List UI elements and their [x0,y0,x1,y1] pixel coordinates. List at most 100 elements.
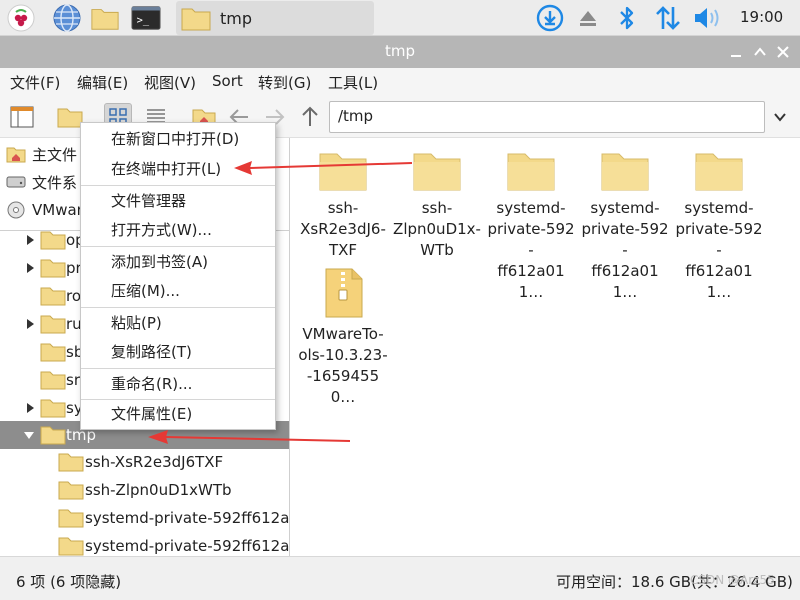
menu-item-open-in-terminal[interactable]: 在终端中打开(L) [81,154,275,184]
context-menu: 在新窗口中打开(D) 在终端中打开(L) 文件管理器 打开方式(W)... 添加… [80,122,276,430]
window-titlebar[interactable]: tmp [0,36,800,68]
folder-icon [58,509,84,528]
tree-row[interactable]: ssh-Zlpn0uD1xWTb [0,476,289,504]
side-pane-toggle-icon[interactable] [8,103,36,131]
tree-row-label: sr [66,371,80,389]
folder-icon [413,153,461,191]
place-home[interactable]: 主文件 [6,142,77,166]
menu-edit[interactable]: 编辑(E) [77,72,128,93]
menu-go[interactable]: 转到(G) [258,72,311,93]
home-icon [6,145,26,163]
eject-icon[interactable] [573,3,603,33]
file-name: VMwareTo- ols-10.3.23- -16594550… [298,325,388,406]
volume-icon[interactable] [692,3,722,33]
taskbar-window-label: tmp [220,8,253,28]
file-name: systemd- private-592- ff612a011… [675,199,763,301]
file-name: systemd- private-592- ff612a011… [487,199,575,301]
file-item[interactable]: ssh- XsR2e3dJ6- TXF [298,150,388,261]
address-dropdown-icon[interactable] [766,103,794,131]
menu-item-compress[interactable]: 压缩(M)... [81,276,275,306]
place-filesystem[interactable]: 文件系 [6,170,77,194]
maximize-icon[interactable] [750,42,770,62]
folder-open-icon [40,426,66,445]
statusbar: 6 项 (6 项隐藏) 可用空间：18.6 GB(共：26.4 GB) CSDN… [0,556,800,600]
place-vmware-label: VMwar [32,201,83,219]
folder-icon [40,231,66,250]
file-name: ssh- Zlpn0uD1x- WTb [393,199,481,259]
menu-item-properties[interactable]: 文件属性(E) [81,399,275,429]
folder-icon [695,153,743,191]
menu-tools[interactable]: 工具(L) [328,72,378,93]
disc-icon [6,201,26,219]
watermark: CSDN @Arz55 [690,573,775,587]
folder-icon [40,315,66,334]
terminal-icon[interactable]: >_ [131,3,161,33]
tree-row-label: ro [66,287,82,305]
file-item[interactable]: systemd- private-592- ff612a011… [580,150,670,303]
folder-icon [40,399,66,418]
menu-item-copy-path[interactable]: 复制路径(T) [81,337,275,367]
menu-item-file-manager[interactable]: 文件管理器 [81,186,275,216]
place-vmware[interactable]: VMwar [6,198,83,222]
place-filesystem-label: 文件系 [32,173,78,192]
drive-icon [6,173,26,191]
download-icon[interactable] [535,3,565,33]
folder-icon [181,8,211,31]
tree-row-label: systemd-private-592ff612a01 [85,509,290,527]
up-icon[interactable] [296,103,324,131]
folder-icon [40,259,66,278]
tree-row[interactable]: ssh-XsR2e3dJ6TXF [0,448,289,476]
web-browser-icon[interactable] [52,3,82,33]
folder-icon [58,481,84,500]
window-title: tmp [384,42,415,60]
menu-item-paste[interactable]: 粘贴(P) [81,308,275,338]
taskbar-window-button[interactable]: tmp [176,1,374,35]
menu-item-open-with[interactable]: 打开方式(W)... [81,215,275,245]
folder-icon [40,343,66,362]
folder-icon [319,153,367,191]
collapse-arrow-icon[interactable] [23,429,35,441]
menu-view[interactable]: 视图(V) [144,72,196,93]
expand-arrow-icon[interactable] [24,318,36,330]
minimize-icon[interactable] [726,42,746,62]
menu-file[interactable]: 文件(F) [10,72,60,93]
tree-row-label: ssh-Zlpn0uD1xWTb [85,481,232,499]
folder-icon [40,287,66,306]
taskbar: >_ tmp 19:00 [0,0,800,36]
folder-icon [601,153,649,191]
svg-text:>_: >_ [137,15,150,27]
close-icon[interactable] [773,42,793,62]
expand-arrow-icon[interactable] [24,234,36,246]
folder-icon [40,371,66,390]
archive-icon [325,268,363,318]
file-name: ssh- XsR2e3dJ6- TXF [300,199,386,259]
menu-sort[interactable]: Sort [212,72,243,90]
network-updown-icon[interactable] [653,3,683,33]
expand-arrow-icon[interactable] [24,262,36,274]
tree-row[interactable]: systemd-private-592ff612a01 [0,532,290,556]
tree-row[interactable]: systemd-private-592ff612a01 [0,504,290,532]
folder-icon [58,537,84,556]
status-item-count: 6 项 (6 项隐藏) [16,573,122,591]
address-bar[interactable]: /tmp [329,101,765,133]
file-item[interactable]: ssh- Zlpn0uD1x- WTb [392,150,482,261]
menubar: 文件(F) 编辑(E) 视图(V) Sort 转到(G) 工具(L) [0,68,800,96]
raspberry-menu-icon[interactable] [6,3,36,33]
folder-icon [58,453,84,472]
menu-item-rename[interactable]: 重命名(R)... [81,369,275,399]
place-home-label: 主文件 [32,145,78,164]
tree-row-label: ssh-XsR2e3dJ6TXF [85,453,224,471]
tree-row-label: systemd-private-592ff612a01 [85,537,290,555]
clock[interactable]: 19:00 [740,8,783,26]
file-item[interactable]: systemd- private-592- ff612a011… [674,150,764,303]
expand-arrow-icon[interactable] [24,402,36,414]
file-item[interactable]: VMwareTo- ols-10.3.23- -16594550… [298,268,388,408]
file-item[interactable]: systemd- private-592- ff612a011… [486,150,576,303]
file-manager-icon[interactable] [90,3,120,33]
folder-icon [507,153,555,191]
menu-item-add-bookmark[interactable]: 添加到书签(A) [81,247,275,277]
menu-item-open-new-window[interactable]: 在新窗口中打开(D) [81,124,275,154]
file-name: systemd- private-592- ff612a011… [581,199,669,301]
bluetooth-icon[interactable] [612,3,642,33]
file-view[interactable]: ssh- XsR2e3dJ6- TXF ssh- Zlpn0uD1x- WTb … [292,138,800,556]
